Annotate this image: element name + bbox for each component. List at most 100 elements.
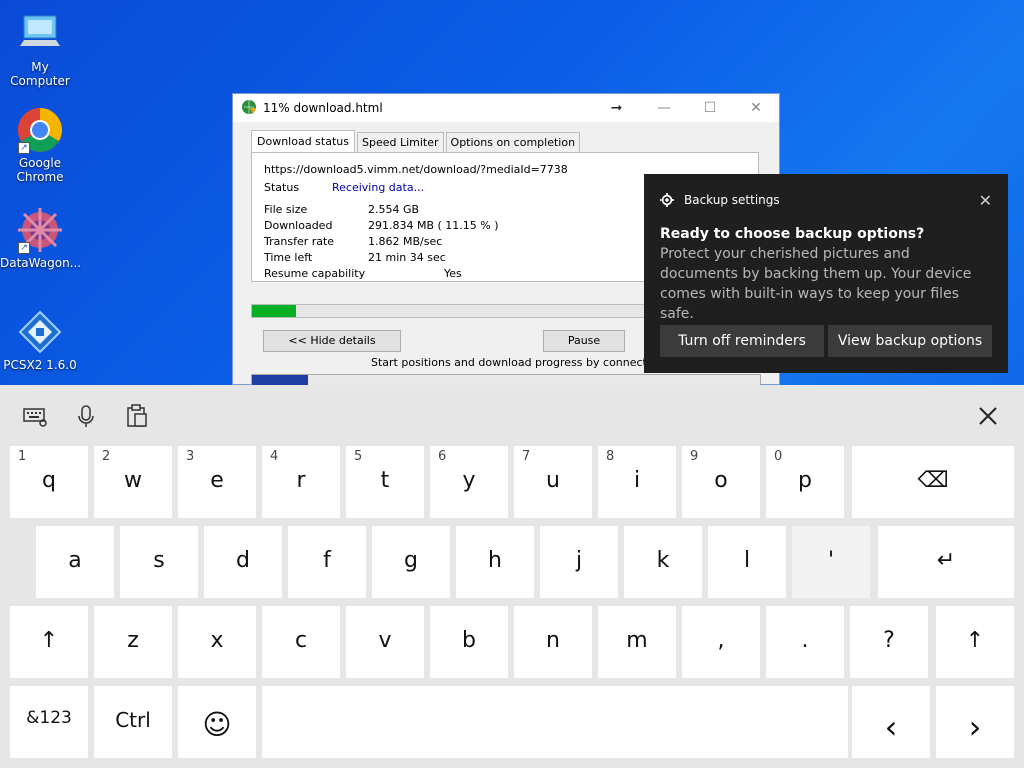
- computer-icon: [16, 10, 64, 58]
- key-label: u: [546, 468, 560, 493]
- downloaded-value: 291.834 MB ( 11.15 % ): [368, 218, 499, 232]
- key-label: e: [210, 468, 224, 493]
- minimize-button[interactable]: —: [641, 100, 687, 116]
- desktop-icon-datawagon[interactable]: ↗ DataWagon...: [0, 206, 81, 270]
- tab-speed-limiter[interactable]: Speed Limiter: [356, 132, 444, 152]
- arrow-left-key[interactable]: ‹: [852, 686, 930, 758]
- key-secondary-label: 9: [690, 449, 699, 464]
- key-n[interactable]: n: [514, 606, 592, 678]
- backspace-key[interactable]: ⌫: [852, 446, 1014, 518]
- key-o[interactable]: 9o: [682, 446, 760, 518]
- touch-keyboard: 1 q 2 w 3 e 4 r 5 t 6 y 7 u 8 i 9 o 0 p ⌫ a s d f g h j k l ' ↵ ↑ z x c v b n m…: [0, 385, 1024, 768]
- idm-globe-icon: [241, 99, 257, 118]
- resume-capability-label: Resume capability: [264, 266, 366, 280]
- shift-right-key[interactable]: ↑: [936, 606, 1014, 678]
- key-label: b: [462, 628, 476, 653]
- key-secondary-label: 8: [606, 449, 615, 464]
- key-label: o: [714, 468, 728, 493]
- file-size-value: 2.554 GB: [368, 202, 420, 216]
- key-label: c: [294, 628, 308, 653]
- key-secondary-label: 3: [186, 449, 195, 464]
- tab-options-on-completion[interactable]: Options on completion: [445, 132, 581, 152]
- backspace-icon: ⌫: [917, 468, 949, 493]
- key-j[interactable]: j: [540, 526, 618, 598]
- chevron-left-icon: ‹: [884, 708, 898, 746]
- symbols-key[interactable]: &123: [10, 686, 88, 758]
- desktop-icon-label: Google Chrome: [16, 156, 64, 184]
- key-l[interactable]: l: [708, 526, 786, 598]
- tab-download-status[interactable]: Download status: [251, 130, 355, 152]
- transfer-rate-label: Transfer rate: [264, 234, 335, 248]
- key-v[interactable]: v: [346, 606, 424, 678]
- microphone-icon[interactable]: [73, 403, 99, 429]
- key-t[interactable]: 5t: [346, 446, 424, 518]
- emoji-key[interactable]: ☺: [178, 686, 256, 758]
- key-label: y: [462, 468, 476, 493]
- key-a[interactable]: a: [36, 526, 114, 598]
- enter-key[interactable]: ↵: [878, 526, 1014, 598]
- resume-capability-value: Yes: [444, 266, 462, 280]
- key-y[interactable]: 6y: [430, 446, 508, 518]
- key-label: ': [827, 548, 835, 573]
- turn-off-reminders-button[interactable]: Turn off reminders: [660, 325, 824, 357]
- arrow-icon: ➞: [610, 100, 623, 116]
- desktop-icon-my-computer[interactable]: My Computer: [0, 10, 80, 88]
- key-h[interactable]: h: [456, 526, 534, 598]
- key-u[interactable]: 7u: [514, 446, 592, 518]
- space-key[interactable]: [262, 686, 848, 758]
- key-x[interactable]: x: [178, 606, 256, 678]
- maximize-button[interactable]: ☐: [687, 100, 733, 116]
- chrome-icon: ↗: [16, 106, 64, 154]
- connection-segment: [252, 375, 308, 385]
- close-icon[interactable]: ✕: [979, 191, 992, 210]
- key-s[interactable]: s: [120, 526, 198, 598]
- key-label: &123: [26, 708, 72, 728]
- desktop-icon-chrome[interactable]: ↗ Google Chrome: [0, 106, 80, 184]
- key-z[interactable]: z: [94, 606, 172, 678]
- key-e[interactable]: 3e: [178, 446, 256, 518]
- key-apostrophe[interactable]: ': [792, 526, 870, 598]
- key-i[interactable]: 8i: [598, 446, 676, 518]
- key-question[interactable]: ?: [850, 606, 928, 678]
- pause-button[interactable]: Pause: [543, 330, 625, 352]
- close-keyboard-icon[interactable]: [975, 403, 1001, 429]
- key-q[interactable]: 1q: [10, 446, 88, 518]
- key-c[interactable]: c: [262, 606, 340, 678]
- arrow-right-key[interactable]: ›: [936, 686, 1014, 758]
- shortcut-arrow-icon: ↗: [18, 242, 30, 254]
- time-left-label: Time left: [264, 250, 313, 264]
- key-k[interactable]: k: [624, 526, 702, 598]
- key-label: q: [42, 468, 56, 493]
- key-g[interactable]: g: [372, 526, 450, 598]
- key-r[interactable]: 4r: [262, 446, 340, 518]
- key-f[interactable]: f: [288, 526, 366, 598]
- keyboard-settings-icon[interactable]: [22, 403, 48, 429]
- key-comma[interactable]: ,: [682, 606, 760, 678]
- enter-icon: ↵: [936, 548, 956, 573]
- key-label: v: [378, 628, 392, 653]
- key-period[interactable]: .: [766, 606, 844, 678]
- close-button[interactable]: ✕: [733, 100, 779, 116]
- key-b[interactable]: b: [430, 606, 508, 678]
- shift-left-key[interactable]: ↑: [10, 606, 88, 678]
- chevron-right-icon: ›: [968, 708, 982, 746]
- gear-icon: [660, 193, 674, 207]
- hide-details-button[interactable]: << Hide details: [263, 330, 401, 352]
- key-label: ?: [883, 628, 895, 653]
- key-w[interactable]: 2w: [94, 446, 172, 518]
- ctrl-key[interactable]: Ctrl: [94, 686, 172, 758]
- download-progress-bar: [251, 304, 647, 318]
- key-label: w: [124, 468, 142, 493]
- key-d[interactable]: d: [204, 526, 282, 598]
- window-titlebar[interactable]: 11% download.html ➞ — ☐ ✕: [233, 94, 779, 122]
- key-label: Ctrl: [115, 708, 151, 732]
- key-m[interactable]: m: [598, 606, 676, 678]
- key-label: j: [575, 548, 583, 573]
- key-secondary-label: 7: [522, 449, 531, 464]
- clipboard-icon[interactable]: [124, 403, 150, 429]
- view-backup-options-button[interactable]: View backup options: [828, 325, 992, 357]
- desktop-icon-pcsx2[interactable]: PCSX2 1.6.0: [0, 308, 80, 372]
- desktop-icon-label: My Computer: [10, 60, 70, 88]
- key-label: p: [798, 468, 812, 493]
- key-p[interactable]: 0p: [766, 446, 844, 518]
